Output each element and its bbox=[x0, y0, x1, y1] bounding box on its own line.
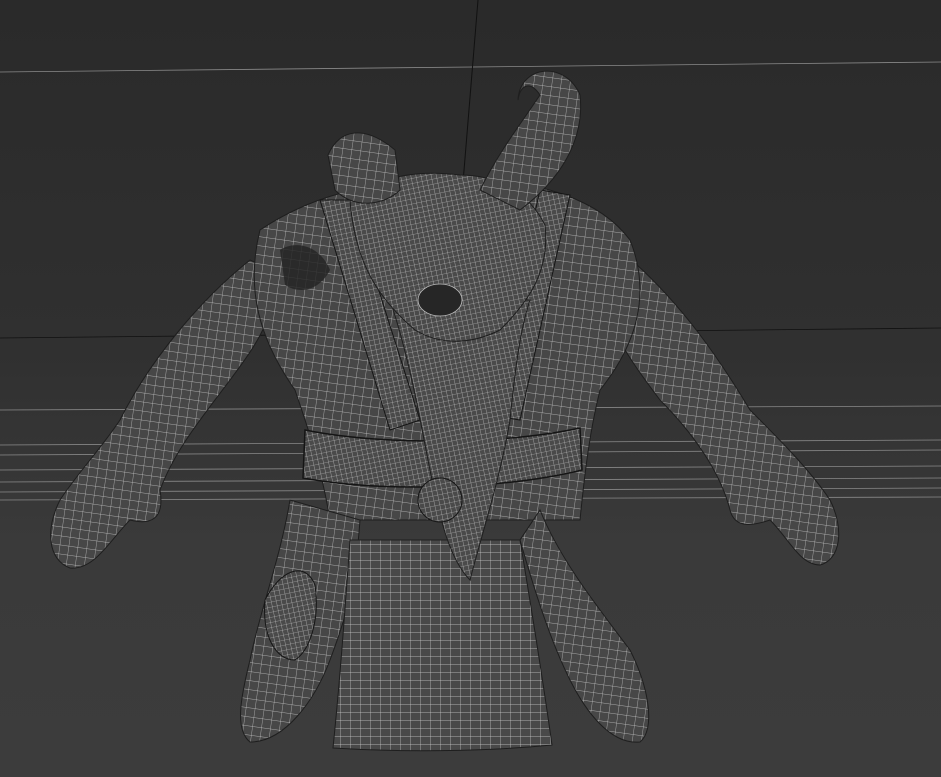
loincloth bbox=[332, 539, 553, 752]
right-horn bbox=[479, 70, 582, 211]
scene-canvas[interactable] bbox=[0, 0, 941, 777]
creature-mesh[interactable] bbox=[50, 70, 840, 752]
left-arm bbox=[50, 259, 274, 569]
3d-viewport[interactable] bbox=[0, 0, 941, 777]
belt-ornament bbox=[417, 477, 463, 523]
left-horn bbox=[327, 132, 401, 204]
mouth bbox=[417, 283, 463, 317]
